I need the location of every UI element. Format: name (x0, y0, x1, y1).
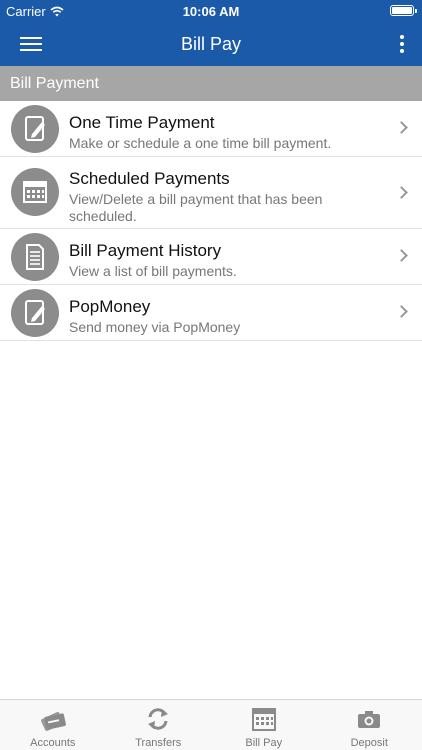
camera-icon (358, 711, 381, 728)
list-item-bill-payment-history[interactable]: Bill Payment History View a list of bill… (0, 229, 422, 285)
item-title: PopMoney (69, 297, 151, 316)
item-subtitle: Make or schedule a one time bill payment… (69, 135, 332, 151)
chevron-right-icon (395, 186, 408, 199)
tab-bill-pay[interactable]: Bill Pay (211, 700, 317, 750)
tab-transfers[interactable]: Transfers (106, 700, 212, 750)
tab-label: Transfers (135, 737, 182, 749)
tab-label: Deposit (350, 737, 388, 749)
item-subtitle: View a list of bill payments. (69, 263, 237, 279)
battery-icon (390, 5, 417, 16)
item-title: Scheduled Payments (69, 169, 230, 188)
nav-bar: Bill Pay (0, 22, 422, 66)
list-item-one-time-payment[interactable]: One Time Payment Make or schedule a one … (0, 101, 422, 157)
tab-bar: Accounts Transfers Bill Pay Deposit (0, 699, 422, 750)
calendar-icon (251, 708, 276, 731)
bill-pay-menu: One Time Payment Make or schedule a one … (0, 101, 422, 341)
list-item-scheduled-payments[interactable]: Scheduled Payments View/Delete a bill pa… (0, 157, 422, 229)
transfer-arrows-icon (148, 708, 169, 730)
calendar-icon (11, 168, 59, 216)
tab-label: Accounts (30, 737, 76, 749)
document-list-icon (11, 233, 59, 281)
chevron-right-icon (395, 121, 408, 134)
list-item-popmoney[interactable]: PopMoney Send money via PopMoney (0, 285, 422, 341)
chevron-right-icon (395, 305, 408, 318)
item-subtitle: Send money via PopMoney (69, 319, 241, 335)
more-options-icon[interactable] (398, 34, 406, 54)
tab-accounts[interactable]: Accounts (0, 700, 106, 750)
page-title: Bill Pay (180, 34, 242, 54)
item-title: One Time Payment (69, 113, 215, 132)
edit-document-icon (11, 289, 59, 337)
tab-deposit[interactable]: Deposit (317, 700, 422, 750)
cards-icon (40, 711, 66, 731)
edit-document-icon (11, 105, 59, 153)
status-bar: Carrier 10:06 AM (0, 0, 422, 22)
section-header: Bill Payment (0, 66, 422, 101)
item-title: Bill Payment History (69, 241, 222, 260)
chevron-right-icon (395, 249, 408, 262)
item-subtitle: View/Delete a bill payment that has been… (69, 191, 323, 224)
tab-label: Bill Pay (245, 737, 283, 749)
clock: 10:06 AM (182, 4, 240, 19)
